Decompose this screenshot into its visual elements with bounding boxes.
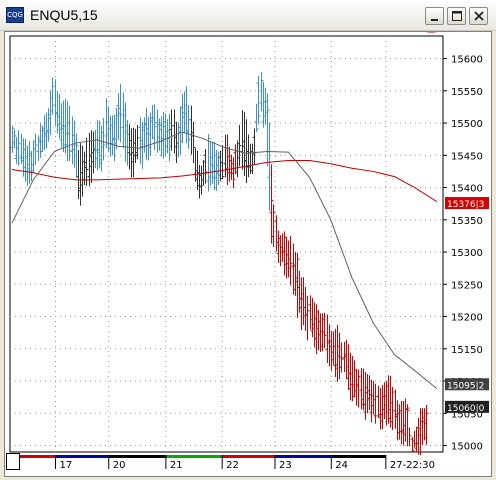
y-tick-label: 15250 bbox=[451, 280, 483, 291]
x-tick-label: 21 bbox=[170, 460, 183, 471]
price-marker-label: 15095|2 bbox=[447, 381, 484, 391]
window-title: ENQU5,15 bbox=[30, 7, 98, 23]
minimize-button[interactable] bbox=[425, 7, 444, 25]
y-tick-label: 15400 bbox=[451, 184, 483, 195]
maximize-icon bbox=[452, 11, 462, 21]
x-tick-label: 17 bbox=[59, 460, 72, 471]
price-chart[interactable]: 1500015050151001515015200152501530015350… bbox=[5, 32, 491, 476]
session-strip bbox=[165, 455, 223, 458]
x-tick-label: 20 bbox=[113, 460, 126, 471]
y-tick-label: 15000 bbox=[451, 442, 483, 453]
y-tick-label: 15450 bbox=[451, 151, 483, 162]
session-strip bbox=[108, 455, 166, 458]
chart-window: CQG ENQU5,15 150001505015100151501520015… bbox=[0, 0, 496, 480]
cqg-app-icon[interactable]: CQG bbox=[6, 7, 24, 23]
x-tick-label: 24 bbox=[335, 460, 348, 471]
y-tick-label: 15600 bbox=[451, 55, 483, 66]
y-tick-label: 15300 bbox=[451, 248, 483, 259]
close-button[interactable] bbox=[469, 7, 488, 25]
y-tick-label: 15500 bbox=[451, 119, 483, 130]
session-strip bbox=[222, 455, 275, 458]
maximize-button[interactable] bbox=[447, 7, 466, 25]
minimize-icon bbox=[431, 19, 438, 21]
x-tick-label: 27-22:30 bbox=[390, 460, 435, 471]
title-bar[interactable]: CQG ENQU5,15 bbox=[0, 0, 496, 31]
y-tick-label: 15550 bbox=[451, 87, 483, 98]
scroll-handle[interactable] bbox=[6, 453, 20, 470]
close-icon bbox=[474, 11, 484, 21]
y-tick-label: 15350 bbox=[451, 216, 483, 227]
session-strip bbox=[331, 455, 386, 458]
y-tick-label: 15150 bbox=[451, 345, 483, 356]
x-tick-label: 22 bbox=[226, 460, 239, 471]
session-strip bbox=[55, 455, 109, 458]
x-tick-label: 23 bbox=[279, 460, 292, 471]
y-tick-label: 15200 bbox=[451, 313, 483, 324]
price-marker-label: 15060|0 bbox=[447, 404, 485, 414]
price-marker-label: 15376|3 bbox=[447, 200, 484, 210]
session-strip bbox=[274, 455, 332, 458]
chart-area[interactable]: 1500015050151001515015200152501530015350… bbox=[4, 31, 492, 477]
